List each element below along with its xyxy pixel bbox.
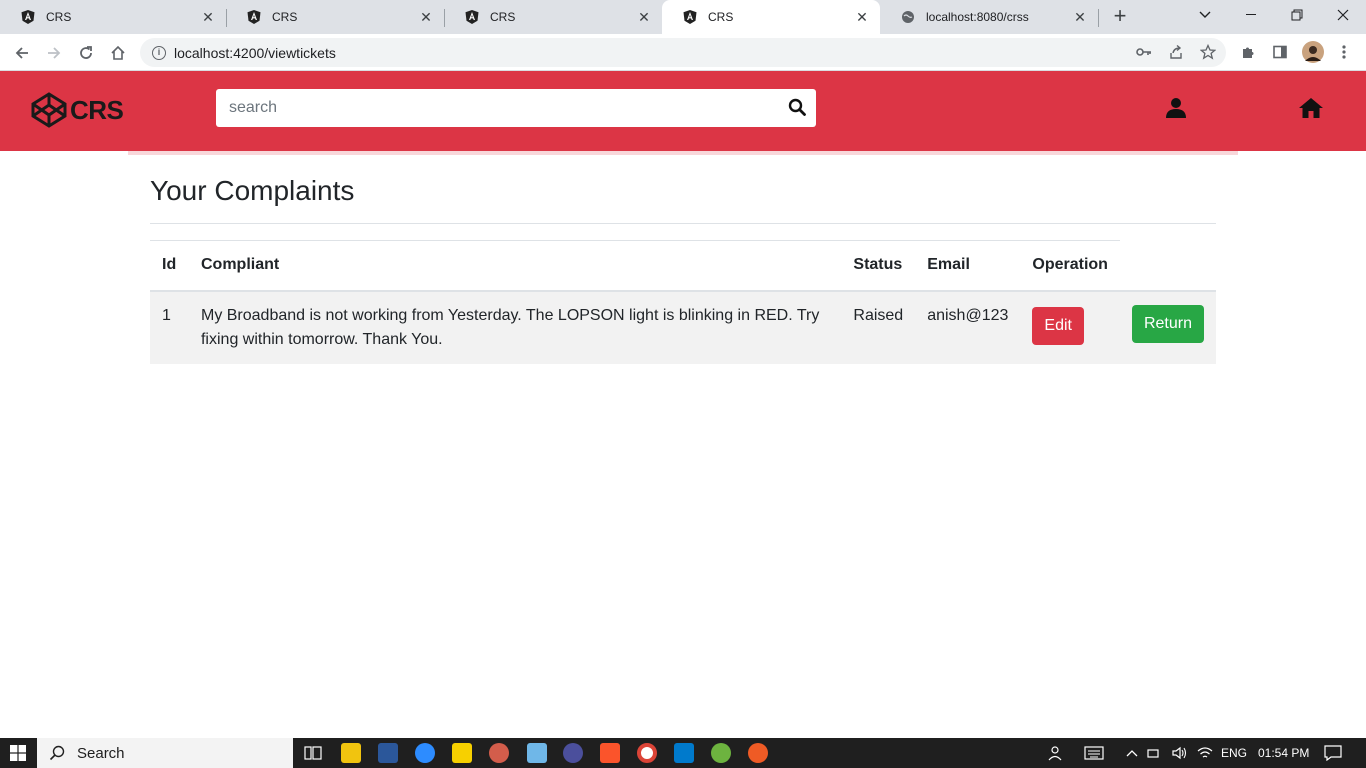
spring-icon[interactable] [711, 743, 731, 763]
globe-icon [900, 9, 916, 25]
search-icon [49, 745, 65, 761]
postman-icon[interactable] [748, 743, 768, 763]
tab-search-chevron-icon[interactable] [1182, 0, 1228, 30]
brave-icon[interactable] [600, 743, 620, 763]
browser-tab[interactable]: localhost:8080/crss ✕ [880, 0, 1098, 34]
edit-button[interactable]: Edit [1032, 306, 1084, 345]
page-title: Your Complaints [150, 175, 355, 206]
table-header-row: Id Compliant Status Email Operation [150, 240, 1216, 292]
browser-tab[interactable]: CRS ✕ [444, 0, 662, 34]
browser-tab-title: CRS [708, 10, 734, 24]
column-header-complaint: Compliant [188, 240, 842, 292]
browser-tab-active[interactable]: CRS ✕ [662, 0, 880, 34]
info-icon[interactable]: i [152, 45, 166, 60]
cell-email: anish@123 [927, 306, 1009, 324]
profile-avatar[interactable] [1301, 40, 1325, 64]
column-header-operation: Operation [1020, 240, 1120, 292]
angular-icon [20, 9, 36, 25]
key-icon[interactable] [1134, 42, 1154, 62]
reload-icon[interactable] [74, 41, 98, 65]
share-icon[interactable] [1166, 42, 1186, 62]
file-explorer-icon[interactable] [341, 743, 361, 763]
cell-complaint: My Broadband is not working from Yesterd… [200, 306, 820, 348]
angular-icon [464, 9, 480, 25]
brand-logo[interactable]: CRS [30, 91, 124, 129]
extensions-puzzle-icon[interactable] [1238, 42, 1258, 62]
sticky-notes-icon[interactable] [452, 743, 472, 763]
close-icon[interactable]: ✕ [854, 9, 870, 25]
close-icon[interactable]: ✕ [200, 9, 216, 25]
paint-icon[interactable] [489, 743, 509, 763]
browser-tab[interactable]: CRS ✕ [226, 0, 444, 34]
volume-icon[interactable] [1172, 738, 1188, 768]
people-icon[interactable] [1048, 738, 1066, 768]
angular-icon [246, 9, 262, 25]
back-arrow-icon[interactable] [10, 41, 34, 65]
column-header-email: Email [915, 240, 1021, 292]
table-row: 1 My Broadband is not working from Yeste… [150, 290, 1216, 364]
windows-start-icon[interactable] [0, 738, 36, 768]
title-divider [150, 223, 1216, 224]
header-divider [128, 151, 1238, 155]
search-input[interactable] [216, 89, 776, 127]
browser-tab[interactable]: CRS ✕ [0, 0, 226, 34]
restore-icon[interactable] [1274, 0, 1320, 30]
close-icon[interactable]: ✕ [636, 9, 652, 25]
codepen-cube-icon [31, 92, 67, 128]
network-icon[interactable] [1146, 738, 1162, 768]
clock[interactable]: 01:54 PM [1258, 738, 1309, 768]
notepad-icon[interactable] [527, 743, 547, 763]
column-header-empty [1119, 240, 1216, 292]
main-content: Your Complaints Id Compliant Status Emai… [150, 160, 1216, 364]
user-icon[interactable] [1165, 97, 1189, 121]
complaints-table: Id Compliant Status Email Operation 1 My… [150, 240, 1216, 364]
browser-tab-title: localhost:8080/crss [926, 10, 1029, 24]
taskbar-search-label: Search [77, 744, 125, 762]
bookmark-star-icon[interactable] [1198, 42, 1218, 62]
word-icon[interactable] [378, 743, 398, 763]
browser-toolbar: i localhost:4200/viewtickets [0, 34, 1366, 71]
search-icon[interactable] [788, 98, 808, 118]
browser-tab-title: CRS [46, 10, 72, 24]
chrome-icon[interactable] [637, 743, 657, 763]
side-panel-icon[interactable] [1270, 42, 1290, 62]
angular-icon [682, 9, 698, 25]
forward-arrow-icon[interactable] [42, 41, 66, 65]
minimize-icon[interactable] [1228, 0, 1274, 30]
task-view-icon[interactable] [303, 743, 323, 763]
wifi-icon[interactable] [1197, 738, 1213, 768]
close-window-icon[interactable] [1320, 0, 1366, 30]
cell-return: Return [1120, 291, 1216, 364]
column-header-id: Id [150, 240, 189, 292]
home-icon[interactable] [106, 41, 130, 65]
tab-divider [1098, 9, 1099, 27]
new-tab-icon[interactable]: + [1108, 5, 1132, 29]
home-icon[interactable] [1298, 97, 1323, 121]
zoom-icon[interactable] [415, 743, 435, 763]
vscode-icon[interactable] [674, 743, 694, 763]
cell-id: 1 [162, 306, 171, 324]
close-icon[interactable]: ✕ [1072, 9, 1088, 25]
app-icon[interactable] [563, 743, 583, 763]
language-indicator[interactable]: ENG [1221, 738, 1247, 768]
cell-status: Raised [853, 306, 904, 324]
menu-kebab-icon[interactable] [1334, 42, 1354, 62]
close-icon[interactable]: ✕ [418, 9, 434, 25]
brand-name: CRS [70, 94, 124, 125]
notifications-icon[interactable] [1324, 738, 1342, 768]
chevron-up-icon[interactable] [1126, 738, 1138, 768]
browser-tab-strip: CRS ✕ CRS ✕ CRS ✕ CRS ✕ localhost:8080/c… [0, 0, 1366, 34]
return-button[interactable]: Return [1131, 304, 1204, 343]
taskbar-search[interactable]: Search [37, 738, 293, 768]
column-header-status: Status [841, 240, 916, 292]
app-header: CRS [0, 71, 1366, 151]
browser-tab-title: CRS [272, 10, 298, 24]
browser-tab-title: CRS [490, 10, 516, 24]
address-bar[interactable]: i localhost:4200/viewtickets [140, 38, 1226, 67]
url-text: localhost:4200/viewtickets [174, 44, 336, 61]
windows-taskbar: Search ENG 01:54 PM [0, 738, 1366, 768]
keyboard-icon[interactable] [1084, 738, 1104, 768]
cell-edit: Edit [1020, 291, 1120, 364]
search-bar [216, 89, 816, 127]
